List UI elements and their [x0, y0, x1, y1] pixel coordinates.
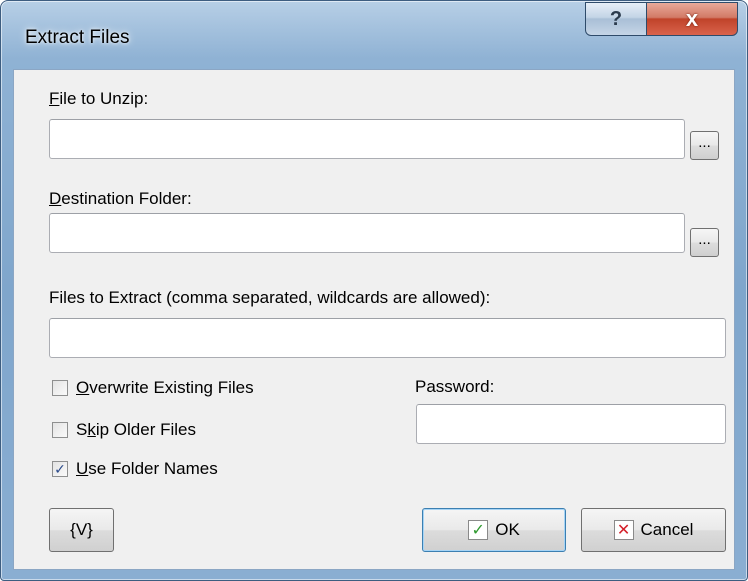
skip-older-label: Skip Older Files — [76, 420, 196, 439]
browse-file-button[interactable]: ... — [690, 131, 719, 160]
use-folder-names-checkbox-box[interactable]: ✓ — [52, 461, 68, 477]
variables-button[interactable]: {V} — [49, 508, 114, 552]
x-icon: ✕ — [613, 520, 634, 540]
ok-label: OK — [495, 520, 520, 539]
overwrite-label: Overwrite Existing Files — [76, 378, 254, 397]
close-button[interactable]: x — [646, 2, 738, 36]
help-icon: ? — [609, 7, 623, 30]
close-icon: x — [685, 6, 699, 31]
destination-folder-input[interactable] — [49, 213, 685, 253]
overwrite-checkbox-box[interactable] — [52, 380, 68, 396]
password-label: Password: — [415, 377, 495, 396]
window-title: Extract Files — [25, 27, 130, 48]
check-icon: ✓ — [468, 520, 489, 540]
skip-older-checkbox-box[interactable] — [52, 422, 68, 438]
file-to-unzip-label: File to Unzip: — [49, 89, 149, 108]
files-to-extract-input[interactable] — [49, 318, 726, 358]
use-folder-names-checkbox[interactable]: ✓ Use Folder Names — [52, 459, 218, 479]
use-folder-names-label: Use Folder Names — [76, 459, 218, 478]
file-to-unzip-input[interactable] — [49, 119, 685, 159]
files-to-extract-label: Files to Extract (comma separated, wildc… — [49, 288, 491, 307]
dialog-body: File to Unzip: ... Destination Folder: .… — [13, 69, 735, 570]
browse-folder-button[interactable]: ... — [690, 228, 719, 257]
extract-files-dialog: Extract Files ? x File to Unzip: ... Des… — [0, 0, 748, 581]
destination-folder-label: Destination Folder: — [49, 189, 192, 208]
checkmark-icon: ✓ — [54, 461, 66, 477]
overwrite-existing-files-checkbox[interactable]: Overwrite Existing Files — [52, 378, 254, 398]
ok-button[interactable]: ✓ OK — [422, 508, 566, 552]
password-input[interactable] — [416, 404, 726, 444]
cancel-button[interactable]: ✕ Cancel — [581, 508, 726, 552]
help-button[interactable]: ? — [585, 2, 647, 36]
cancel-label: Cancel — [640, 520, 694, 539]
skip-older-files-checkbox[interactable]: Skip Older Files — [52, 420, 196, 440]
